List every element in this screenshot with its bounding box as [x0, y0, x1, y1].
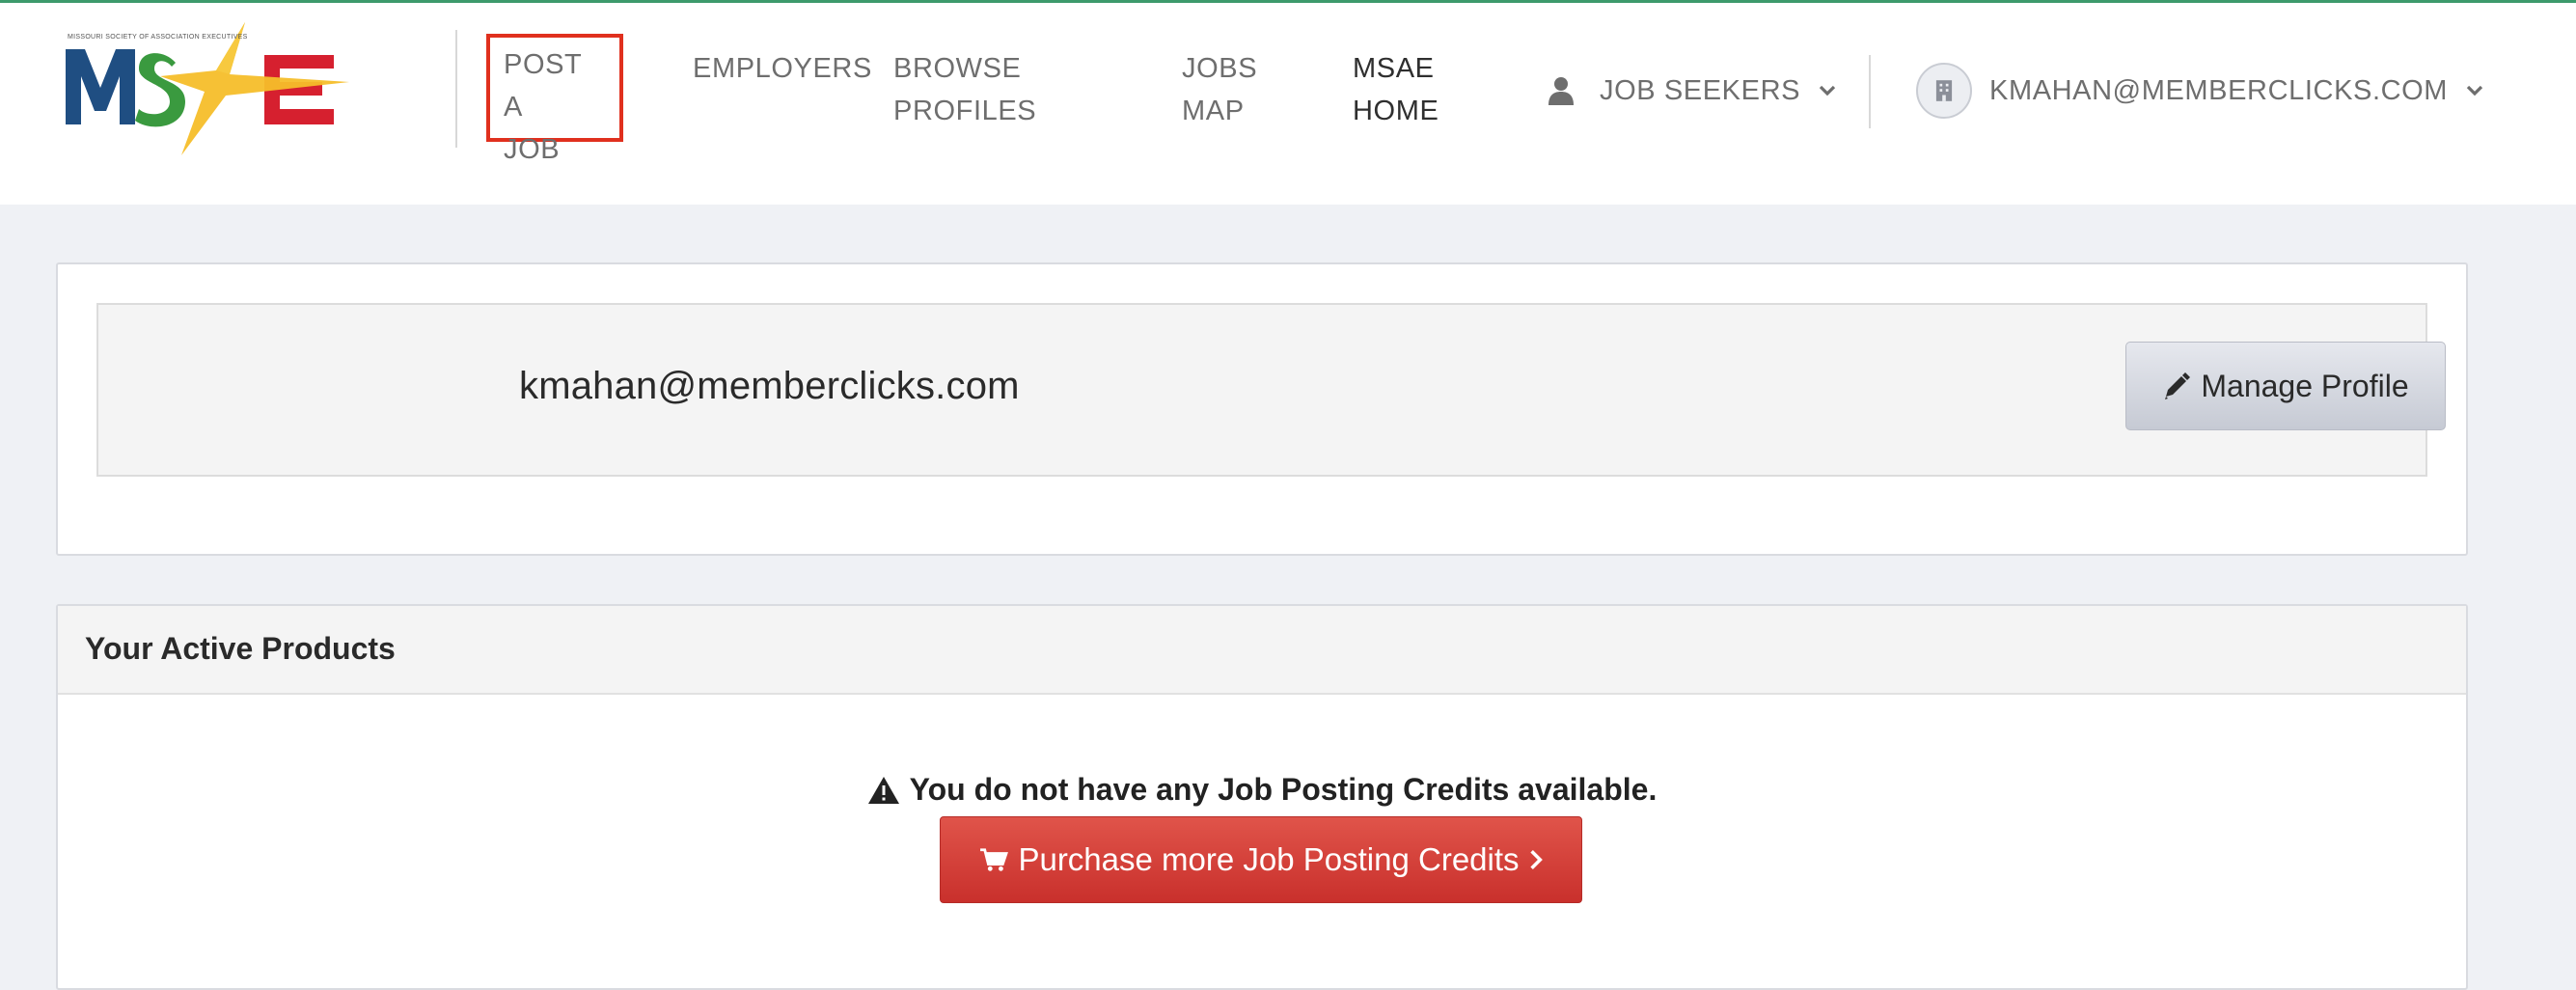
chevron-down-icon: [1819, 85, 1836, 96]
no-credits-warning: You do not have any Job Posting Credits …: [58, 772, 2466, 808]
job-seekers-label: JOB SEEKERS: [1600, 74, 1801, 106]
building-icon: [1935, 80, 1953, 101]
account-dropdown[interactable]: KMAHAN@MEMBERCLICKS.COM: [1916, 63, 2484, 119]
nav-msae-home-line1: MSAE: [1353, 53, 1435, 84]
products-title: Your Active Products: [85, 631, 396, 666]
nav-jobs-map[interactable]: JOBS MAP: [1182, 47, 1257, 132]
job-seekers-dropdown[interactable]: JOB SEEKERS: [1548, 69, 1837, 112]
pencil-icon: [2165, 372, 2191, 399]
no-credits-text: You do not have any Job Posting Credits …: [909, 772, 1658, 807]
nav-employers-label: EMPLOYERS: [693, 53, 872, 84]
active-products-card: Your Active Products You do not have any…: [56, 604, 2468, 990]
chevron-down-icon: [2466, 85, 2483, 96]
warning-icon: [867, 776, 899, 804]
msae-logo[interactable]: MISSOURI SOCIETY OF ASSOCIATION EXECUTIV…: [62, 20, 351, 163]
avatar: [1916, 63, 1972, 119]
nav-browse-profiles[interactable]: BROWSE PROFILES: [893, 47, 1036, 132]
nav-post-a-job-line2: JOB: [504, 134, 561, 165]
manage-profile-label: Manage Profile: [2201, 368, 2409, 403]
nav-msae-home[interactable]: MSAE HOME: [1353, 47, 1439, 132]
nav-divider-account: [1869, 55, 1871, 128]
nav-divider: [455, 30, 457, 148]
products-header: Your Active Products: [58, 606, 2466, 695]
nav-employers[interactable]: EMPLOYERS: [693, 47, 872, 90]
nav-post-a-job-line1: POST A: [504, 49, 582, 123]
profile-panel: kmahan@memberclicks.com Manage Profile: [96, 303, 2446, 477]
nav-msae-home-line2: HOME: [1353, 96, 1439, 126]
logo-tagline: MISSOURI SOCIETY OF ASSOCIATION EXECUTIV…: [68, 34, 248, 41]
purchase-credits-label: Purchase more Job Posting Credits: [1018, 841, 1520, 877]
nav-browse-line1: BROWSE: [893, 53, 1022, 84]
profile-email: kmahan@memberclicks.com: [519, 365, 1020, 407]
logo-graphic: [66, 22, 349, 155]
nav-post-a-job[interactable]: POST A JOB: [486, 34, 623, 165]
cart-icon: [980, 848, 1009, 871]
purchase-credits-button[interactable]: Purchase more Job Posting Credits: [940, 816, 1582, 903]
profile-card: kmahan@memberclicks.com Manage Profile: [56, 262, 2468, 556]
manage-profile-button[interactable]: Manage Profile: [2125, 342, 2446, 430]
nav-jobs-map-line1: JOBS: [1182, 53, 1258, 84]
nav-browse-line2: PROFILES: [893, 96, 1037, 126]
nav-jobs-map-line2: MAP: [1182, 96, 1245, 126]
user-icon: [1548, 77, 1574, 105]
chevron-right-icon: [1529, 850, 1543, 869]
account-email-label: KMAHAN@MEMBERCLICKS.COM: [1989, 74, 2449, 106]
top-navigation: MISSOURI SOCIETY OF ASSOCIATION EXECUTIV…: [0, 3, 2576, 205]
